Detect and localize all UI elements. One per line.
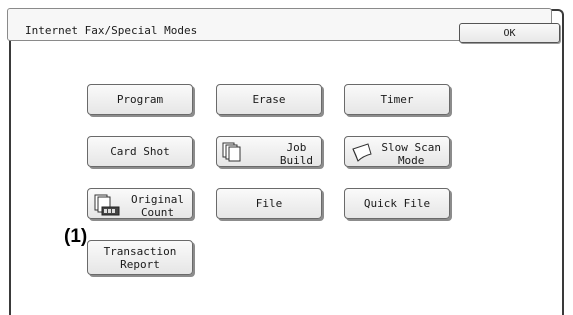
file-label: File bbox=[255, 197, 283, 210]
timer-button[interactable]: Timer bbox=[344, 84, 450, 115]
program-label: Program bbox=[116, 93, 164, 106]
file-button[interactable]: File bbox=[216, 188, 322, 219]
job-build-label: Job Build bbox=[279, 141, 313, 167]
card-shot-button[interactable]: Card Shot bbox=[87, 136, 193, 167]
stacked-pages-icon bbox=[222, 142, 244, 166]
job-build-button[interactable]: Job Build bbox=[216, 136, 322, 167]
original-count-button[interactable]: Original Count bbox=[87, 188, 193, 219]
quick-file-label: Quick File bbox=[363, 197, 431, 210]
ok-button[interactable]: OK bbox=[459, 23, 560, 43]
original-count-label: Original Count bbox=[131, 193, 184, 219]
curled-page-icon bbox=[350, 142, 374, 167]
erase-label: Erase bbox=[252, 93, 286, 106]
transaction-report-label: Transaction Report bbox=[103, 244, 177, 271]
program-button[interactable]: Program bbox=[87, 84, 193, 115]
transaction-report-button[interactable]: Transaction Report bbox=[87, 240, 193, 275]
dialog-title: Internet Fax/Special Modes bbox=[25, 24, 198, 37]
quick-file-button[interactable]: Quick File bbox=[344, 188, 450, 219]
slow-scan-mode-button[interactable]: Slow Scan Mode bbox=[344, 136, 450, 167]
timer-label: Timer bbox=[380, 93, 414, 106]
callout-label: (1) bbox=[64, 226, 88, 247]
page-counter-icon bbox=[93, 194, 121, 219]
card-shot-label: Card Shot bbox=[110, 145, 170, 158]
slow-scan-label: Slow Scan Mode bbox=[381, 141, 441, 167]
erase-button[interactable]: Erase bbox=[216, 84, 322, 115]
